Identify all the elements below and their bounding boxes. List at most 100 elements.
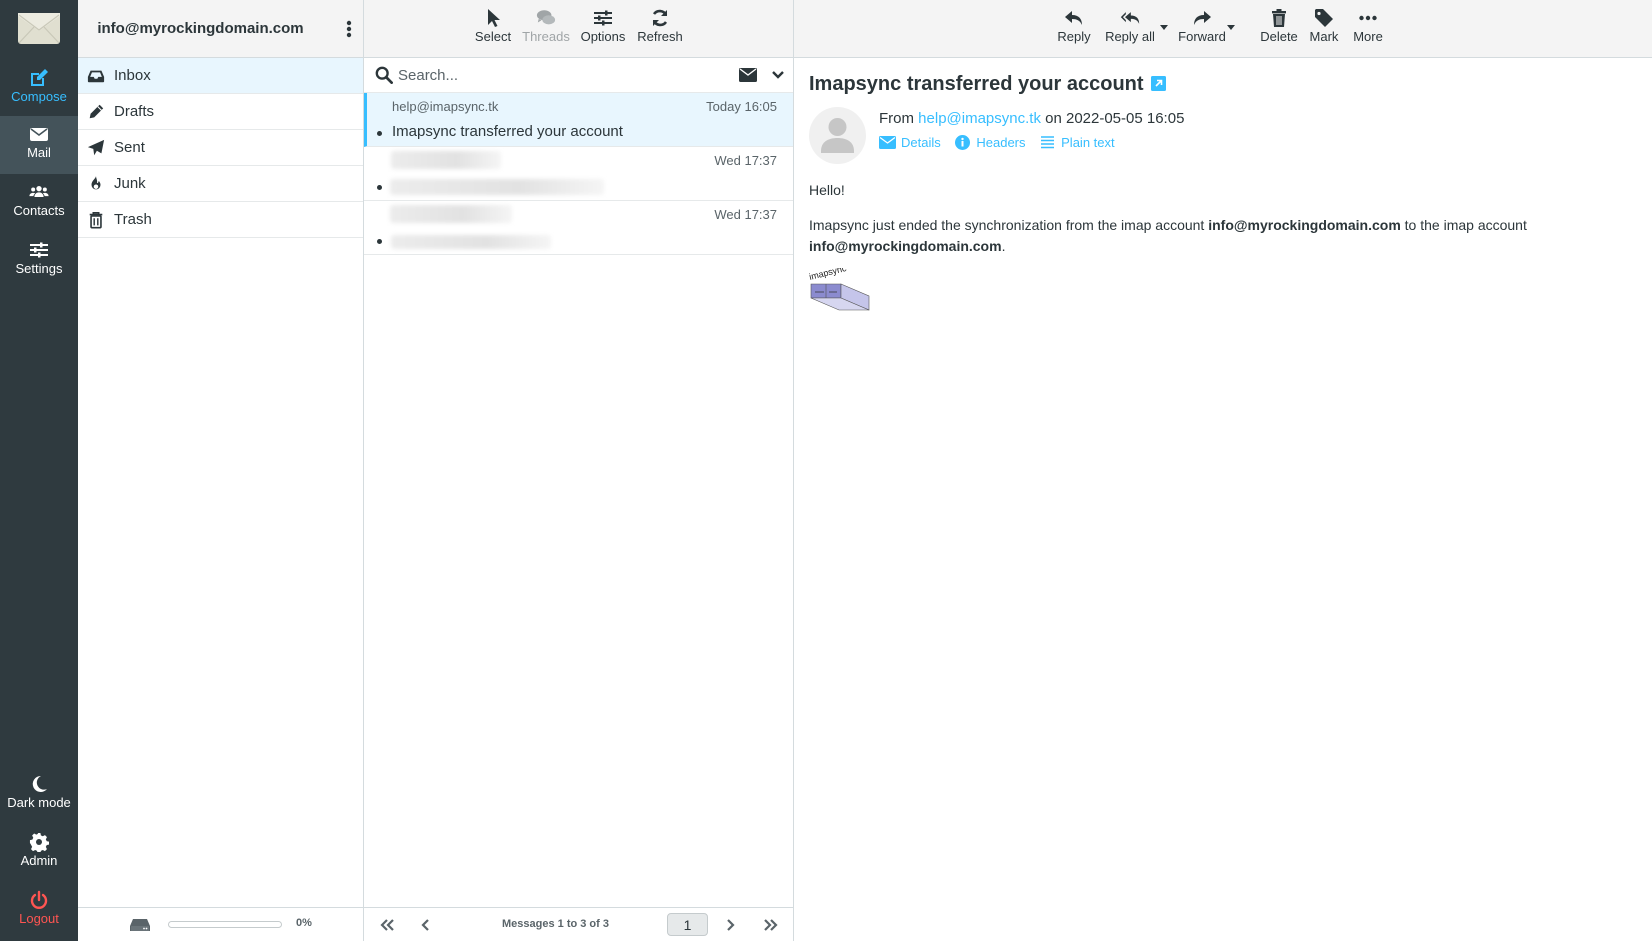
previous-page-icon[interactable] [416,915,436,935]
threads-button[interactable]: Threads [521,0,571,58]
headers-link[interactable]: Headers [954,135,1026,150]
lines-icon [1041,136,1055,149]
reply-all-dropdown-icon[interactable] [1160,25,1168,30]
plain-text-link-label: Plain text [1061,135,1115,150]
folder-trash[interactable]: Trash [78,202,363,238]
webmail-app: Compose Mail Contacts Settings Dark mode [0,0,1652,941]
message-row[interactable]: Wed 17:37 [364,147,793,201]
message-date: Wed 17:37 [714,153,777,168]
more-button-label: More [1353,29,1383,44]
svg-text:imapsync: imapsync [809,268,848,282]
select-button[interactable]: Select [471,0,515,58]
nav-settings-label: Settings [15,261,63,276]
folder-junk[interactable]: Junk [78,166,363,202]
more-button[interactable]: More [1350,0,1386,58]
sender-email-link[interactable]: help@imapsync.tk [918,110,1041,127]
folder-sent[interactable]: Sent [78,130,363,166]
reply-all-icon [1104,0,1156,24]
message-row[interactable]: Wed 17:37 [364,201,793,255]
envelope-icon [879,136,896,149]
last-page-icon[interactable] [761,915,781,935]
plain-text-link[interactable]: Plain text [1039,135,1115,150]
reply-icon [1055,0,1093,25]
chevron-down-icon[interactable] [771,69,785,81]
folder-inbox[interactable]: Inbox [78,58,363,94]
message-date: Wed 17:37 [714,207,777,222]
message-body: Hello! Imapsync just ended the synchroni… [809,180,1609,271]
nav-mail[interactable]: Mail [0,116,78,174]
redacted-subject [390,179,604,195]
folder-trash-label: Trash [114,211,152,228]
unread-dot [377,239,382,244]
tag-icon [1307,0,1341,27]
page-number-input[interactable] [667,913,708,936]
message-from: help@imapsync.tk [392,99,499,114]
subject-text: Imapsync transferred your account [809,73,1144,95]
mark-button[interactable]: Mark [1307,0,1341,58]
body-text-end: . [1001,238,1006,254]
from-label: From [879,110,914,127]
message-subject-heading: Imapsync transferred your account [809,73,1166,96]
message-row[interactable]: help@imapsync.tk Today 16:05 Imapsync tr… [364,93,793,147]
compose-icon [0,60,78,86]
nav-logout-label: Logout [19,911,59,926]
gear-icon [0,824,78,854]
unread-dot [377,185,382,190]
details-link[interactable]: Details [879,135,941,150]
trash-icon [89,211,103,229]
power-icon [0,882,78,909]
reply-all-button[interactable]: Reply all [1104,0,1156,58]
nav-admin[interactable]: Admin [0,824,78,882]
message-date: Today 16:05 [706,99,777,114]
forward-dropdown-icon[interactable] [1227,25,1235,30]
sender-avatar [809,107,866,164]
reply-all-button-label: Reply all [1105,29,1155,44]
moon-icon [0,766,78,792]
redacted-sender [391,151,501,169]
main-navigation: Compose Mail Contacts Settings Dark mode [0,0,78,941]
envelope-filter-icon[interactable] [739,68,757,82]
contacts-icon [0,174,78,200]
headers-link-label: Headers [976,135,1026,150]
pencil-icon [89,104,104,119]
unread-dot [377,131,382,136]
greeting: Hello! [809,182,845,198]
kebab-menu-icon[interactable] [343,19,355,39]
first-page-icon[interactable] [377,915,397,935]
nav-admin-label: Admin [20,853,58,868]
delete-button[interactable]: Delete [1257,0,1301,58]
nav-contacts-label: Contacts [13,203,65,218]
envelope-logo[interactable] [18,13,60,44]
account-name: info@myrockingdomain.com [97,20,304,37]
redacted-sender [390,205,512,223]
message-date-text: on 2022-05-05 16:05 [1045,110,1185,127]
header-links: Details Headers Plain text [879,135,1125,153]
select-button-label: Select [474,29,512,44]
sender-line: From help@imapsync.tk on 2022-05-05 16:0… [879,110,1184,127]
reply-button-label: Reply [1057,29,1091,44]
folder-panel: info@myrockingdomain.com Inbox Drafts Se… [78,0,364,941]
nav-compose[interactable]: Compose [0,60,78,118]
message-subject: Imapsync transferred your account [392,123,623,140]
nav-dark-mode-label: Dark mode [7,795,71,810]
search-icon[interactable] [375,66,393,84]
reply-button[interactable]: Reply [1055,0,1093,58]
inbox-icon [87,70,105,83]
nav-contacts[interactable]: Contacts [0,174,78,232]
nav-dark-mode[interactable]: Dark mode [0,766,78,824]
folder-junk-label: Junk [114,175,146,192]
open-in-new-window-icon[interactable] [1150,76,1166,91]
forward-button[interactable]: Forward [1174,0,1230,58]
target-account: info@myrockingdomain.com [809,238,1002,254]
options-button[interactable]: Options [578,0,628,58]
mail-icon [0,116,78,142]
forward-button-label: Forward [1178,29,1226,44]
folder-drafts[interactable]: Drafts [78,94,363,130]
nav-logout[interactable]: Logout [0,882,78,940]
nav-compose-label: Compose [11,89,67,104]
nav-mail-label: Mail [27,145,51,160]
next-page-icon[interactable] [720,915,740,935]
search-input[interactable] [398,62,698,88]
nav-settings[interactable]: Settings [0,232,78,290]
refresh-button[interactable]: Refresh [635,0,685,58]
